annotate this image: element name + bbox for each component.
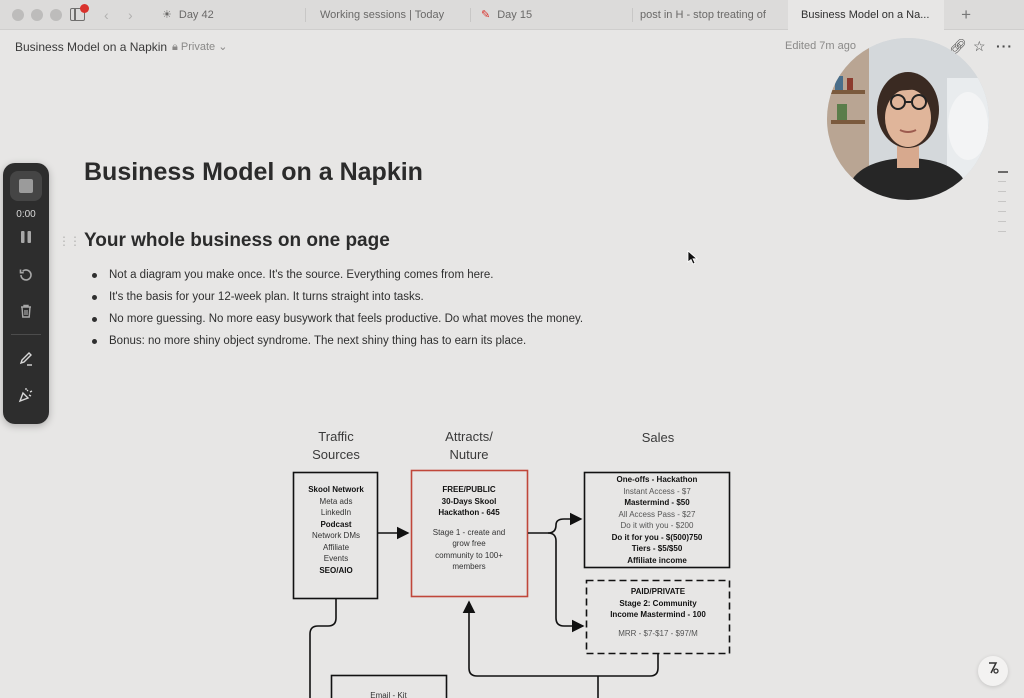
column-header-sales: Sales (641, 430, 675, 445)
outline-marker[interactable] (998, 191, 1006, 192)
list-item: Not a diagram you make once. It's the so… (92, 266, 583, 288)
free-public-box: FREE/PUBLIC 30-Days Skool Hackathon - 64… (432, 485, 506, 571)
tab-bar: ‹ › ☀ Day 42 Working sessions | Today ✎ Da… (0, 0, 1024, 30)
tab-day-42[interactable]: ☀ Day 42 (158, 0, 298, 30)
outline-marker[interactable] (998, 211, 1006, 212)
list-item: Bonus: no more shiny object syndrome. Th… (92, 332, 583, 354)
traffic-sources-box: Skool Network Meta ads LinkedIn Podcast … (308, 485, 364, 575)
edited-timestamp: Edited 7m ago (785, 40, 856, 52)
column-header-attracts: Attracts/ Nuture (445, 429, 493, 462)
tab-working-sessions[interactable]: Working sessions | Today (320, 0, 470, 30)
mouse-cursor-icon (687, 250, 699, 265)
tab-business-model[interactable]: Business Model on a Na... (788, 0, 944, 30)
recording-timer: 0:00 (16, 209, 36, 220)
chevron-down-icon: ⌄ (218, 41, 228, 53)
stop-recording-button[interactable] (10, 171, 42, 201)
webcam-video (827, 38, 989, 200)
outline-marker[interactable] (998, 201, 1006, 202)
star-icon[interactable]: ☆ (973, 38, 986, 55)
page-title: Business Model on a Napkin (84, 158, 423, 186)
back-arrow-icon[interactable]: ‹ (104, 7, 109, 23)
webcam-bubble[interactable] (827, 38, 989, 200)
edit-icon: ✎ (481, 9, 491, 21)
confetti-icon[interactable] (14, 387, 38, 407)
tab-post-in-h[interactable]: post in H - stop treating of (640, 0, 774, 30)
forward-arrow-icon[interactable]: › (128, 7, 133, 23)
bullet-list: Not a diagram you make once. It's the so… (92, 266, 583, 354)
outline-marker[interactable] (998, 221, 1006, 222)
column-header-traffic: Traffic Sources (312, 429, 360, 462)
list-item: It's the basis for your 12-week plan. It… (92, 288, 583, 310)
sales-offers-box: One-offs - Hackathon Instant Access - $7… (611, 475, 703, 565)
list-item: No more guessing. No more easy busywork … (92, 310, 583, 332)
trash-icon[interactable] (14, 303, 38, 323)
lock-icon: 🔒︎ (172, 41, 178, 53)
email-box: Email - Kit (370, 691, 407, 698)
recording-toolbar: 0:00 (3, 163, 49, 424)
outline-marker-active[interactable] (998, 171, 1008, 173)
window-minimize-button[interactable] (31, 9, 43, 21)
outline-marker[interactable] (998, 231, 1006, 232)
window-zoom-button[interactable] (50, 9, 62, 21)
paid-private-box: PAID/PRIVATE Stage 2: Community Income M… (610, 587, 706, 638)
draw-pen-icon[interactable] (14, 351, 38, 371)
breadcrumb[interactable]: Business Model on a Napkin (15, 40, 167, 54)
drag-handle-icon[interactable]: ⋮⋮ (58, 234, 81, 248)
sun-icon: ☀ (162, 9, 172, 21)
pause-icon[interactable] (14, 230, 38, 250)
notification-badge (80, 4, 89, 13)
window-close-button[interactable] (12, 9, 24, 21)
more-options-icon[interactable]: ··· (996, 38, 1013, 54)
help-assistant-icon[interactable] (978, 656, 1008, 686)
restart-icon[interactable] (14, 267, 38, 287)
privacy-selector[interactable]: 🔒︎ Private ⌄ (172, 40, 227, 54)
new-tab-button[interactable]: + (961, 5, 971, 25)
outline-marker[interactable] (998, 181, 1006, 182)
section-heading: Your whole business on one page (84, 230, 390, 251)
tab-day-15[interactable]: ✎ Day 15 (481, 0, 621, 30)
